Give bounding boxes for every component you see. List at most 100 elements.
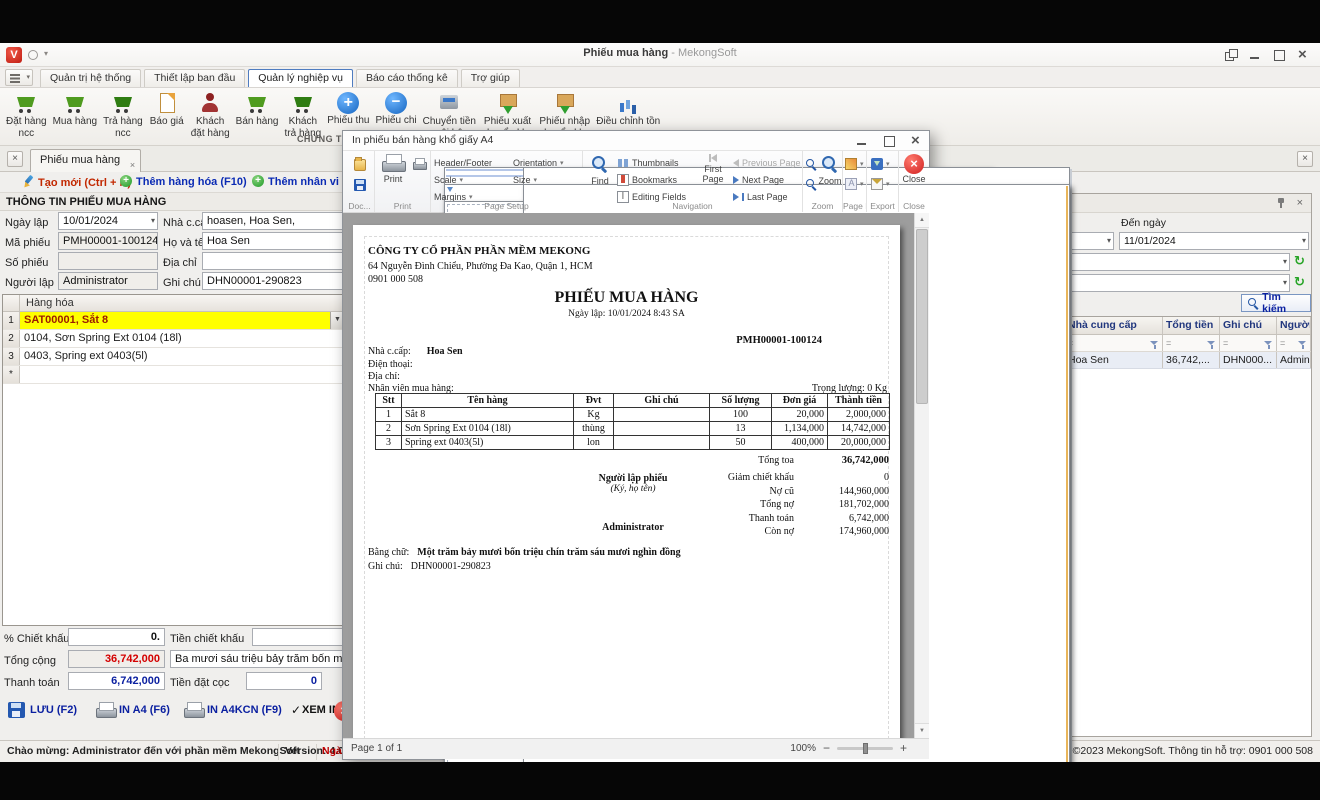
refresh-icon[interactable]: ↻ — [1294, 275, 1305, 289]
close-panel-icon[interactable]: × — [1297, 197, 1303, 209]
number-input[interactable] — [58, 252, 158, 270]
paid-amount-input[interactable]: 6,742,000 — [68, 672, 165, 690]
to-date-input[interactable]: 11/01/2024▾ — [1119, 232, 1309, 250]
checkbox-checked-icon[interactable]: ✓ — [291, 703, 301, 717]
menu-tab[interactable]: Quản trị hệ thống — [40, 69, 141, 87]
scroll-down-icon[interactable]: ▼ — [915, 723, 929, 738]
page-color-button[interactable]: ▾ — [845, 156, 864, 172]
ribbon-button[interactable]: Mua hàng — [50, 90, 100, 129]
preview-scrollbar[interactable]: ▲ ▼ — [914, 213, 929, 738]
zoom-slider-thumb[interactable] — [863, 743, 868, 754]
previous-page-button[interactable]: Previous Page — [733, 155, 801, 171]
discount-pct-input[interactable]: 0. — [68, 628, 165, 646]
close-button[interactable] — [1296, 48, 1310, 62]
find-button[interactable]: Find — [585, 154, 615, 186]
dialog-minimize-button[interactable] — [855, 134, 869, 148]
ribbon-button[interactable]: Phiếu chi — [372, 90, 419, 128]
size-button[interactable]: Size▾ — [513, 172, 537, 188]
create-new-button[interactable]: Tạo mới (Ctrl + N) — [22, 175, 131, 189]
ribbon-button[interactable]: Khách đặt hàng — [188, 90, 233, 140]
minimize-button[interactable] — [1248, 48, 1262, 62]
next-page-button[interactable]: Next Page — [733, 172, 784, 188]
date-input[interactable]: 10/01/2024▾ — [58, 212, 158, 230]
dialog-title-bar[interactable]: In phiếu bán hàng khổ giấy A4 — [343, 131, 929, 151]
add-item-button[interactable]: Thêm hàng hóa (F10) — [120, 175, 247, 188]
filter-icon[interactable] — [1264, 341, 1273, 350]
scrollbar-thumb[interactable] — [916, 229, 928, 404]
code-input[interactable]: PMH00001-100124 — [58, 232, 158, 250]
filter-cell[interactable]: = — [1220, 335, 1277, 351]
quick-print-icon[interactable] — [413, 158, 425, 170]
print-a4kcn-button[interactable]: IN A4KCN (F9) — [207, 704, 282, 716]
orientation-button[interactable]: Orientation▾ — [513, 155, 564, 171]
zoom-out-button[interactable]: − — [823, 742, 830, 754]
grid-new-row[interactable]: * — [3, 366, 344, 384]
ribbon-button[interactable]: Điều chỉnh tồn — [593, 90, 663, 129]
zoom-in-icon[interactable] — [806, 179, 817, 190]
chevron-down-icon[interactable]: ▾ — [151, 216, 155, 226]
filter-cell[interactable]: = — [1277, 335, 1311, 351]
column-header[interactable]: Hàng hóa — [20, 295, 344, 311]
filter-icon[interactable] — [1150, 341, 1159, 350]
chevron-down-icon[interactable]: ▾ — [1107, 236, 1111, 246]
watermark-button[interactable]: ▾ — [845, 176, 864, 192]
filter-icon[interactable] — [1298, 341, 1307, 350]
zoom-button[interactable]: Zoom — [818, 154, 842, 186]
dialog-close-button[interactable] — [909, 134, 923, 148]
tab-phieu-mua-hang[interactable]: Phiếu mua hàng × — [30, 149, 141, 172]
header-footer-button[interactable]: Header/Footer — [434, 155, 492, 171]
ribbon-button[interactable]: Đặt hàng ncc — [3, 90, 50, 140]
menu-tab[interactable]: Thiết lập ban đầu — [144, 69, 245, 87]
first-page-button[interactable]: First Page — [695, 154, 731, 184]
grid-row[interactable]: 2 0104, Sơn Spring Ext 0104 (18l) — [3, 330, 344, 348]
scale-button[interactable]: Scale▾ — [434, 172, 463, 188]
zoom-in-button[interactable]: + — [900, 742, 907, 754]
ribbon-button[interactable]: Phiếu thu — [324, 90, 372, 128]
close-preview-button[interactable]: ×Close — [901, 154, 927, 184]
ribbon-button[interactable]: Trả hàng ncc — [100, 90, 146, 140]
filter-cell[interactable]: = — [1163, 335, 1220, 351]
scroll-up-icon[interactable]: ▲ — [915, 213, 929, 228]
print-a4-button[interactable]: IN A4 (F6) — [119, 704, 170, 716]
refresh-icon[interactable]: ↻ — [1294, 254, 1305, 268]
menu-tab[interactable]: Báo cáo thống kê — [356, 69, 458, 87]
ribbon-button[interactable]: Khách trả hàng — [282, 90, 325, 140]
pin-icon[interactable] — [1275, 197, 1287, 210]
grid-row[interactable]: 3 0403, Spring ext 0403(5l) — [3, 348, 344, 366]
creator-input[interactable]: Administrator — [58, 272, 158, 290]
menu-tab[interactable]: Quản lý nghiệp vụ — [248, 69, 353, 87]
ribbon-button[interactable]: Bán hàng — [233, 90, 282, 129]
export-button[interactable]: ▾ — [871, 156, 890, 172]
dialog-maximize-button[interactable] — [882, 134, 896, 148]
menu-tab[interactable]: Trợ giúp — [461, 69, 520, 87]
column-header[interactable]: Ghi chú — [1220, 317, 1277, 334]
menu-icon[interactable] — [5, 69, 33, 86]
bookmarks-button[interactable]: Bookmarks — [617, 172, 677, 188]
column-header[interactable]: Nhà cung cấp — [1065, 317, 1163, 334]
zoom-slider[interactable] — [837, 747, 893, 750]
preview-document-area[interactable]: CÔNG TY CỔ PHẦN PHẦN MỀM MEKONG 64 Nguyễ… — [343, 213, 929, 738]
filter-cell[interactable]: = — [1065, 335, 1163, 351]
ribbon-button[interactable]: Báo giá — [146, 90, 188, 129]
column-header[interactable]: Tổng tiền — [1163, 317, 1220, 334]
print-button[interactable]: Print — [377, 154, 409, 184]
close-panel-region-icon[interactable]: × — [1297, 151, 1313, 167]
chevron-down-icon[interactable]: ▾ — [1283, 278, 1287, 288]
thumbnails-button[interactable]: Thumbnails — [617, 155, 679, 171]
column-header[interactable]: Người — [1277, 317, 1311, 334]
send-email-button[interactable]: ▾ — [871, 176, 890, 192]
save-button[interactable]: LƯU (F2) — [30, 704, 77, 716]
chevron-down-icon[interactable]: ▾ — [1283, 257, 1287, 267]
save-document-icon[interactable] — [354, 179, 366, 191]
chevron-down-icon[interactable]: ▾ — [1302, 236, 1306, 246]
close-all-tabs-icon[interactable]: × — [7, 151, 23, 167]
add-staff-button[interactable]: Thêm nhân vi — [252, 175, 339, 188]
deposit-input[interactable]: 0 — [246, 672, 322, 690]
grid-row[interactable]: 1 SAT00001, Sắt 8 ▼ — [3, 312, 344, 330]
zoom-out-icon[interactable] — [806, 159, 817, 170]
search-button[interactable]: Tìm kiếm — [1241, 294, 1311, 312]
maximize-button[interactable] — [1272, 48, 1286, 62]
open-document-icon[interactable] — [354, 159, 366, 171]
dock-window-icon[interactable] — [1224, 48, 1238, 62]
filter-icon[interactable] — [1207, 341, 1216, 350]
